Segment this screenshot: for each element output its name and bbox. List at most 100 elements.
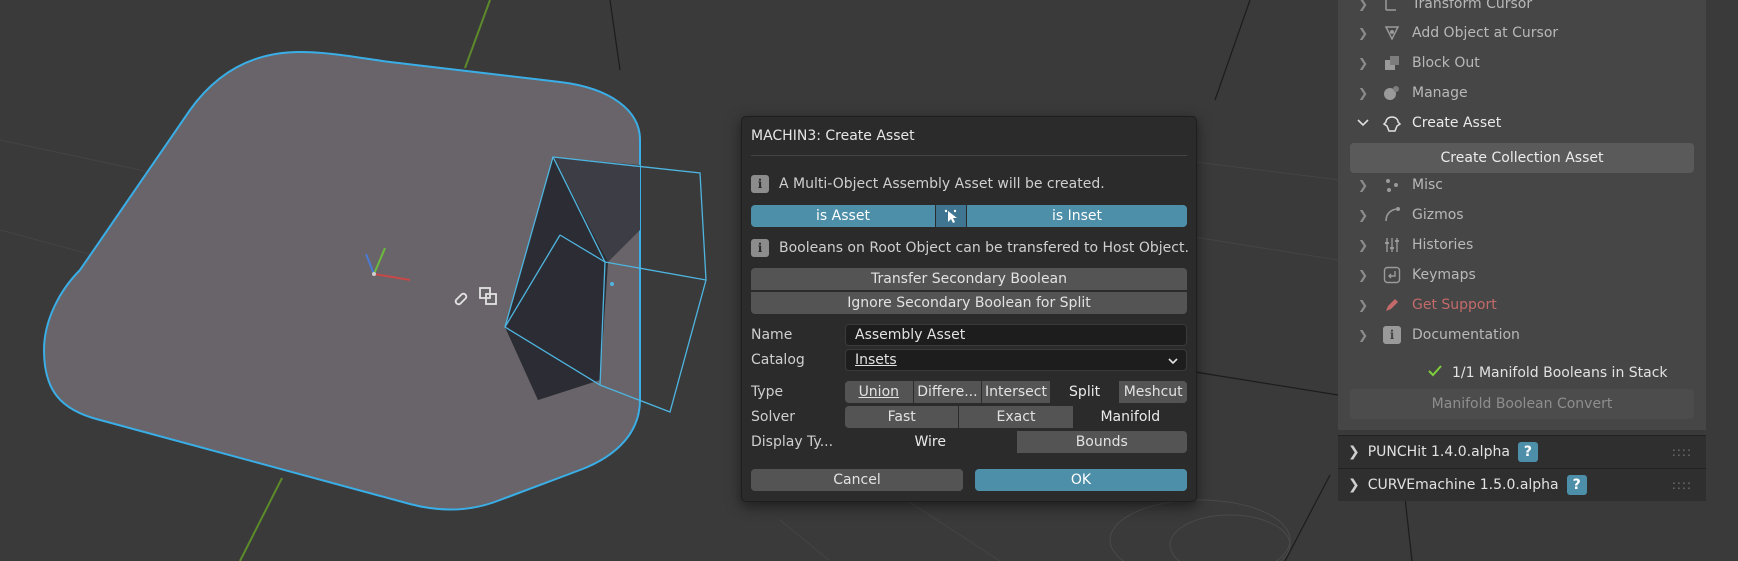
sidebar-item-histories[interactable]: ❯ Histories	[1338, 231, 1706, 259]
solver-label: Solver	[751, 409, 795, 425]
dialog-separator	[751, 155, 1187, 156]
catalog-dropdown[interactable]: Insets	[845, 349, 1187, 371]
keymaps-icon	[1382, 265, 1402, 285]
support-icon	[1382, 295, 1402, 315]
catalog-label: Catalog	[751, 352, 805, 368]
type-meshcut[interactable]: Meshcut	[1119, 381, 1187, 403]
sidebar-item-label: Create Asset	[1412, 115, 1502, 131]
sidebar-panel: ❯ Transform Cursor ❯ Add Object at Curso…	[1338, 0, 1706, 430]
dialog-title: MACHIN3: Create Asset	[751, 128, 915, 144]
chevron-right-icon: ❯	[1357, 26, 1369, 40]
type-intersect[interactable]: Intersect	[982, 381, 1051, 403]
manifold-boolean-convert-button[interactable]: Manifold Boolean Convert	[1350, 389, 1694, 419]
misc-icon	[1382, 175, 1402, 195]
sidebar-item-label: Block Out	[1412, 55, 1480, 71]
solver-selector: Fast Exact Manifold	[845, 406, 1187, 428]
add-object-icon	[1382, 23, 1402, 43]
name-value: Assembly Asset	[855, 327, 966, 343]
sidebar-item-label: Documentation	[1412, 327, 1520, 343]
manage-icon	[1382, 83, 1402, 103]
sidebar-item-label: Manage	[1412, 85, 1468, 101]
sidebar-item-manage[interactable]: ❯ Manage	[1338, 79, 1706, 107]
type-selector: Union Differe... Intersect Split Meshcut	[845, 381, 1187, 403]
sidebar-item-create-asset[interactable]: Create Asset	[1338, 109, 1706, 137]
type-split[interactable]: Split	[1050, 381, 1120, 403]
sidebar-item-add-object[interactable]: ❯ Add Object at Cursor	[1338, 19, 1706, 47]
solver-exact[interactable]: Exact	[959, 406, 1074, 428]
display-type-selector: Wire Bounds	[845, 431, 1187, 453]
create-collection-asset-button[interactable]: Create Collection Asset	[1350, 143, 1694, 173]
sidebar-item-label: Histories	[1412, 237, 1474, 253]
chevron-right-icon: ❯	[1348, 477, 1360, 493]
sidebar-item-gizmos[interactable]: ❯ Gizmos	[1338, 201, 1706, 229]
transfer-secondary-boolean-button[interactable]: Transfer Secondary Boolean	[751, 268, 1187, 290]
chevron-right-icon: ❯	[1357, 208, 1369, 222]
asset-inset-toggle: is Asset is Inset	[751, 205, 1187, 227]
help-icon[interactable]: ?	[1517, 442, 1538, 462]
type-union[interactable]: Union	[845, 381, 914, 403]
display-type-label: Display Ty...	[751, 434, 834, 450]
sidebar-item-keymaps[interactable]: ❯ Keymaps	[1338, 261, 1706, 289]
create-asset-dialog: MACHIN3: Create Asset i A Multi-Object A…	[741, 116, 1197, 502]
ok-button[interactable]: OK	[975, 469, 1187, 491]
sidebar-item-label: Misc	[1412, 177, 1443, 193]
sidebar-item-label: Get Support	[1412, 297, 1497, 313]
gizmos-icon	[1382, 205, 1402, 225]
info-icon: i	[751, 175, 769, 193]
addon-label: CURVEmachine 1.5.0.alpha	[1367, 477, 1559, 493]
sidebar-item-label: Add Object at Cursor	[1412, 25, 1559, 41]
create-asset-icon	[1382, 113, 1402, 133]
solver-fast[interactable]: Fast	[845, 406, 960, 428]
chevron-right-icon: ❯	[1357, 0, 1369, 11]
chevron-right-icon: ❯	[1357, 178, 1369, 192]
info-icon: i	[751, 239, 769, 257]
info-row-booleans: i Booleans on Root Object can be transfe…	[751, 237, 1189, 259]
sidebar-item-transform-cursor[interactable]: ❯ Transform Cursor	[1338, 0, 1706, 18]
drag-handle-icon[interactable]: ::::	[1672, 478, 1692, 492]
block-out-icon	[1382, 53, 1402, 73]
help-icon[interactable]: ?	[1566, 475, 1587, 495]
chevron-right-icon: ❯	[1357, 86, 1369, 100]
is-asset-toggle[interactable]: is Asset	[751, 205, 936, 227]
is-inset-toggle[interactable]: is Inset	[967, 205, 1187, 227]
type-difference[interactable]: Differe...	[913, 381, 983, 403]
sidebar-item-label: Gizmos	[1412, 207, 1464, 223]
ignore-secondary-boolean-button[interactable]: Ignore Secondary Boolean for Split	[751, 291, 1187, 314]
addon-row-punchit[interactable]: ❯ PUNCHit 1.4.0.alpha ? ::::	[1338, 435, 1706, 468]
catalog-value: Insets	[855, 352, 897, 368]
chevron-right-icon: ❯	[1357, 268, 1369, 282]
manifold-status-row: 1/1 Manifold Booleans in Stack	[1428, 360, 1668, 386]
sidebar-item-documentation[interactable]: ❯ i Documentation	[1338, 321, 1706, 349]
info-text-booleans: Booleans on Root Object can be transfere…	[779, 240, 1189, 256]
sidebar-item-block-out[interactable]: ❯ Block Out	[1338, 49, 1706, 77]
chevron-down-icon	[1356, 116, 1370, 130]
chevron-down-icon	[1168, 352, 1178, 368]
type-label: Type	[751, 384, 784, 400]
name-label: Name	[751, 327, 793, 343]
cancel-button[interactable]: Cancel	[751, 469, 963, 491]
display-wire[interactable]: Wire	[845, 431, 1017, 453]
addon-row-curvemachine[interactable]: ❯ CURVEmachine 1.5.0.alpha ? ::::	[1338, 468, 1706, 501]
solver-manifold[interactable]: Manifold	[1073, 406, 1187, 428]
display-bounds[interactable]: Bounds	[1016, 431, 1187, 453]
addon-label: PUNCHit 1.4.0.alpha	[1367, 444, 1510, 460]
histories-icon	[1382, 235, 1402, 255]
transform-cursor-icon	[1382, 0, 1402, 14]
sidebar-item-label: Transform Cursor	[1412, 0, 1533, 12]
documentation-icon: i	[1382, 325, 1402, 345]
chevron-right-icon: ❯	[1357, 298, 1369, 312]
info-text-assembly: A Multi-Object Assembly Asset will be cr…	[779, 176, 1105, 192]
chevron-right-icon: ❯	[1348, 444, 1360, 460]
sidebar-item-get-support[interactable]: ❯ Get Support	[1338, 291, 1706, 319]
chevron-right-icon: ❯	[1357, 328, 1369, 342]
checkmark-icon	[1428, 365, 1442, 381]
sidebar-item-label: Keymaps	[1412, 267, 1476, 283]
chevron-right-icon: ❯	[1357, 238, 1369, 252]
drag-handle-icon[interactable]: ::::	[1672, 445, 1692, 459]
manifold-status-text: 1/1 Manifold Booleans in Stack	[1452, 365, 1668, 381]
name-field[interactable]: Assembly Asset	[845, 324, 1187, 346]
chevron-right-icon: ❯	[1357, 56, 1369, 70]
cursor-select-icon[interactable]	[936, 205, 967, 227]
sidebar-item-misc[interactable]: ❯ Misc	[1338, 171, 1706, 199]
info-row-assembly: i A Multi-Object Assembly Asset will be …	[751, 173, 1105, 195]
